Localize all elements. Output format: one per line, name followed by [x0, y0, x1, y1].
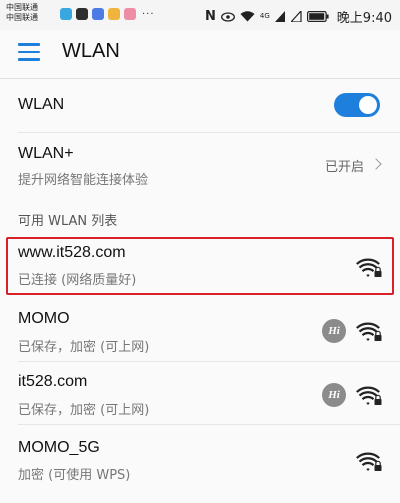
wlan-toggle-switch[interactable]	[334, 93, 380, 117]
wlan-plus-row[interactable]: WLAN+ 提升网络智能连接体验 已开启	[0, 133, 400, 196]
wifi-secured-icon	[356, 386, 382, 405]
chevron-right-icon	[370, 158, 382, 170]
menu-icon[interactable]	[18, 43, 42, 65]
more-notifications-dots: ···	[142, 8, 155, 20]
network-ssid: MOMO	[18, 310, 70, 327]
eye-icon	[220, 11, 235, 22]
network-status: 已保存，加密 (可上网)	[18, 340, 150, 355]
app-bar: WLAN	[0, 30, 400, 78]
page-title: WLAN	[62, 40, 120, 62]
network-item[interactable]: MOMO_5G 加密 (可使用 WPS)	[0, 426, 400, 488]
status-bar: 中国联通 中国联通 ··· N 4G 晚上9:40	[0, 0, 400, 30]
network-item[interactable]: www.it528.com 已连接 (网络质量好)	[0, 238, 400, 296]
network-ssid: www.it528.com	[18, 244, 126, 261]
divider	[0, 78, 400, 79]
toggle-knob	[359, 96, 377, 114]
wifi-status-icon	[240, 11, 255, 22]
wlan-toggle-label: WLAN	[18, 96, 65, 113]
network-item[interactable]: it528.com 已保存，加密 (可上网) Hi	[0, 363, 400, 425]
network-status: 加密 (可使用 WPS)	[18, 468, 131, 483]
notification-app-icon-5	[124, 8, 136, 20]
network-ssid: MOMO_5G	[18, 439, 100, 456]
battery-icon	[306, 11, 329, 22]
signal-icon-1	[274, 11, 285, 22]
signal-icon-2	[290, 11, 302, 22]
carrier-names: 中国联通 中国联通	[6, 3, 38, 23]
wifi-secured-icon	[356, 452, 382, 471]
wifi-secured-icon	[356, 322, 382, 341]
clock: 晚上9:40	[336, 11, 392, 26]
wlan-plus-label: WLAN+	[18, 145, 74, 162]
carrier-1: 中国联通	[6, 3, 38, 12]
wechat-icon	[76, 8, 88, 20]
wlan-plus-status: 已开启	[324, 160, 364, 175]
hi-badge-icon: Hi	[322, 383, 346, 407]
notification-app-icon-3	[92, 8, 104, 20]
notification-icons: ···	[60, 8, 155, 20]
wlan-plus-description: 提升网络智能连接体验	[18, 173, 149, 188]
notification-app-icon-1	[60, 8, 72, 20]
network-type-label: 4G	[259, 12, 270, 20]
network-status: 已保存，加密 (可上网)	[18, 403, 150, 418]
carrier-2: 中国联通	[6, 13, 38, 22]
status-indicators: N 4G 晚上9:40	[205, 7, 392, 26]
row-divider	[18, 424, 400, 425]
notification-app-icon-4	[108, 8, 120, 20]
network-status: 已连接 (网络质量好)	[18, 273, 137, 288]
wifi-secured-icon	[356, 258, 382, 277]
network-item[interactable]: MOMO 已保存，加密 (可上网) Hi	[0, 300, 400, 362]
nfc-icon: N	[205, 9, 216, 24]
hi-badge-icon: Hi	[322, 319, 346, 343]
wlan-toggle-row[interactable]: WLAN	[0, 81, 400, 133]
network-ssid: it528.com	[18, 373, 88, 390]
row-divider	[18, 361, 400, 362]
section-header: 可用 WLAN 列表	[18, 214, 118, 229]
